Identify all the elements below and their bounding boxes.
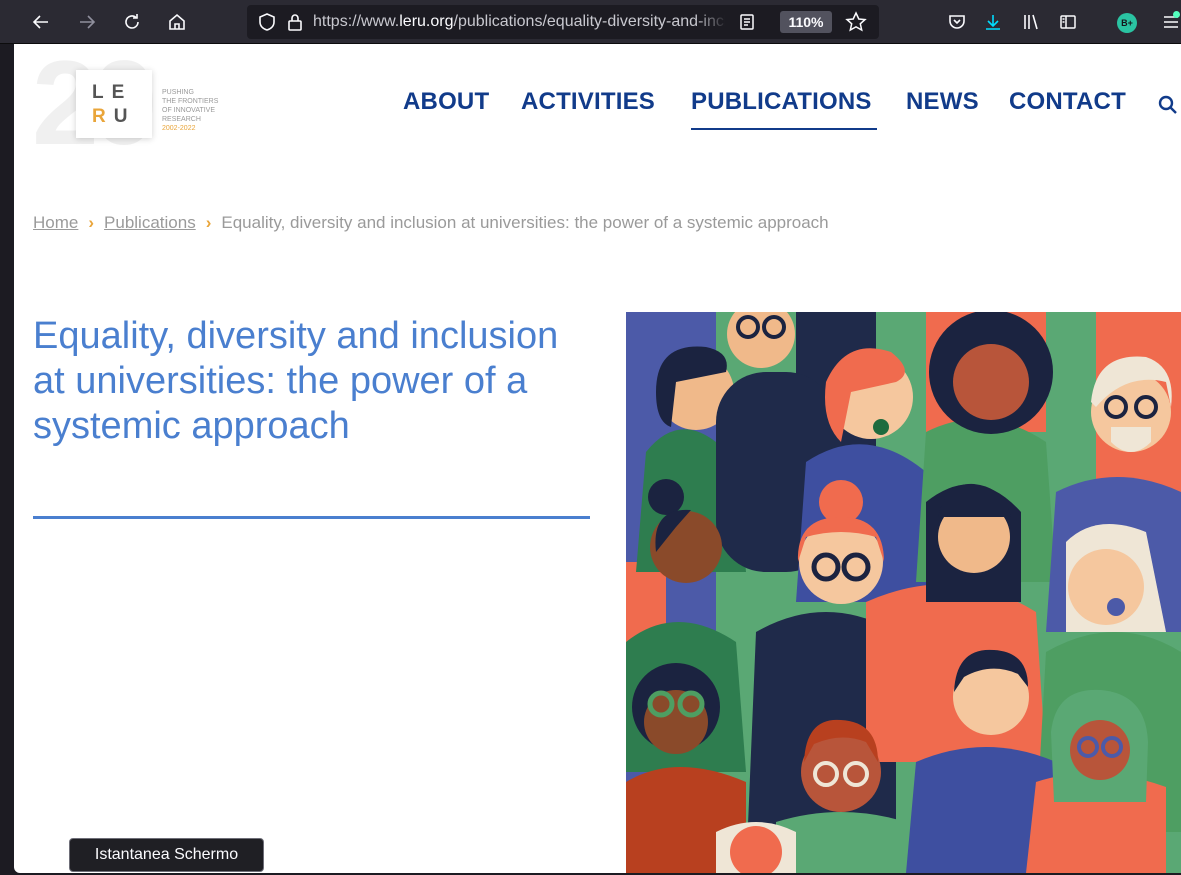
nav-contact[interactable]: CONTACT [1009, 88, 1126, 116]
browser-toolbar: https://www.leru.org/publications/equali… [0, 0, 1181, 44]
profile-avatar[interactable]: B+ [1117, 13, 1137, 33]
people-illustration-svg [626, 312, 1181, 873]
update-badge [1173, 11, 1180, 18]
nav-news[interactable]: NEWS [906, 88, 979, 116]
url-bar[interactable]: https://www.leru.org/publications/equali… [247, 5, 879, 39]
back-button[interactable] [25, 6, 57, 38]
breadcrumb-publications[interactable]: Publications [104, 213, 196, 232]
shield-icon[interactable] [257, 12, 277, 32]
zoom-level-button[interactable]: 110% [780, 11, 832, 33]
nav-active-indicator [691, 128, 877, 130]
pocket-icon [949, 15, 965, 29]
forward-button[interactable] [71, 6, 103, 38]
sidebar-button[interactable] [1052, 6, 1084, 38]
pocket-button[interactable] [941, 6, 973, 38]
reload-icon [125, 14, 139, 29]
bookmark-star-icon[interactable] [845, 11, 867, 33]
chevron-right-icon: › [205, 213, 212, 232]
logo-box: LE RU [76, 70, 152, 138]
logo-letters-bottom: RU [92, 106, 136, 127]
home-icon [169, 13, 185, 30]
page-viewport: 20 LE RU Pushing the frontiers of innova… [14, 44, 1181, 873]
title-divider [33, 516, 590, 519]
sidebar-icon [1060, 15, 1076, 29]
page-title: Equality, diversity and inclusion at uni… [33, 315, 559, 447]
arrow-right-icon [80, 15, 96, 29]
logo-letters-top: LE [92, 82, 133, 103]
url-text[interactable]: https://www.leru.org/publications/equali… [313, 13, 725, 33]
breadcrumb-home[interactable]: Home [33, 213, 78, 232]
download-icon [986, 15, 1000, 30]
library-button[interactable] [1015, 6, 1047, 38]
screenshot-tooltip: Istantanea Schermo [69, 838, 264, 872]
library-icon [1024, 14, 1038, 30]
nav-publications[interactable]: PUBLICATIONS [691, 88, 872, 116]
chevron-right-icon: › [88, 213, 95, 232]
logo-tagline: Pushing the frontiers of innovative rese… [162, 89, 219, 132]
leru-logo[interactable]: 20 LE RU Pushing the frontiers of innova… [32, 44, 232, 170]
url-fade [695, 9, 727, 35]
breadcrumb-current: Equality, diversity and inclusion at uni… [221, 213, 829, 232]
nav-about[interactable]: ABOUT [403, 88, 489, 116]
lock-icon[interactable] [285, 12, 305, 32]
browser-window: https://www.leru.org/publications/equali… [0, 0, 1181, 875]
search-icon[interactable] [1157, 94, 1179, 116]
reader-view-icon[interactable] [737, 12, 757, 32]
nav-activities[interactable]: ACTIVITIES [521, 88, 655, 116]
home-button[interactable] [161, 6, 193, 38]
breadcrumb: Home › Publications › Equality, diversity an… [33, 213, 829, 233]
diverse-people-illustration [626, 312, 1181, 873]
arrow-left-icon [32, 15, 48, 29]
reload-button[interactable] [116, 6, 148, 38]
downloads-button[interactable] [977, 6, 1009, 38]
